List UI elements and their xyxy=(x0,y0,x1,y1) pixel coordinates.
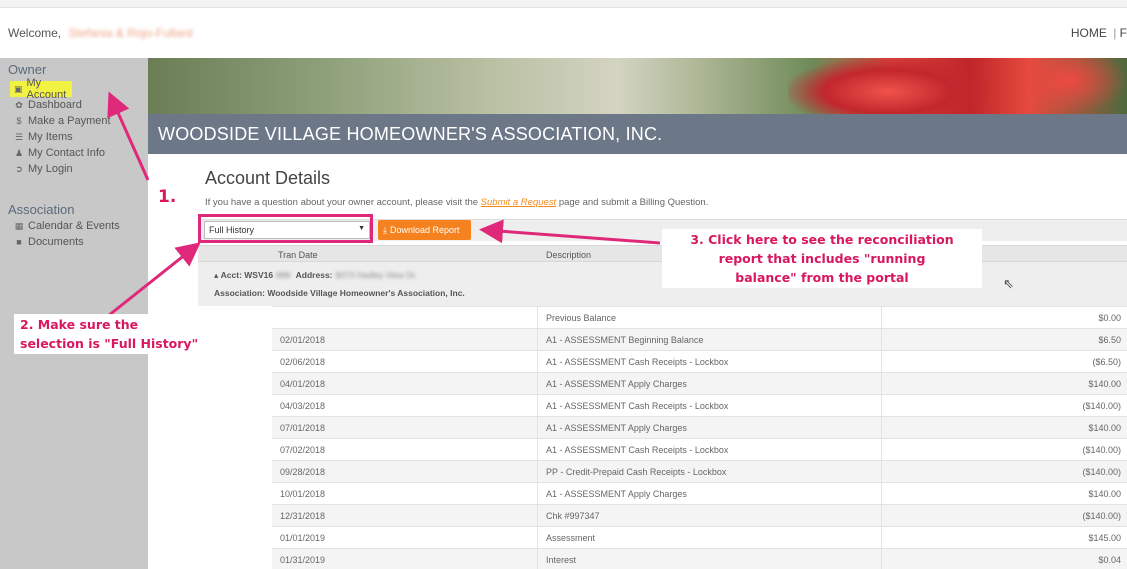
welcome-text: Welcome, Stefania & Rojo-Fullard xyxy=(8,26,193,40)
step-3-annotation: 3. Click here to see the reconciliation … xyxy=(662,229,982,288)
association-title: WOODSIDE VILLAGE HOMEOWNER'S ASSOCIATION… xyxy=(158,124,663,144)
sidebar-item-label: My Items xyxy=(28,131,73,143)
nav-next-link[interactable]: F xyxy=(1120,26,1127,40)
table-row: 02/06/2018 A1 - ASSESSMENT Cash Receipts … xyxy=(272,350,1127,373)
dollar-icon: $ xyxy=(16,116,22,126)
address-blurred: 8073 Hadley View Dr. xyxy=(335,270,418,280)
step-1-annotation: 1. xyxy=(158,187,177,207)
sidebar-item-my-account[interactable]: ▣ My Account xyxy=(10,77,72,101)
nav-separator: | xyxy=(1113,26,1117,40)
acct-number-blurred: 888 xyxy=(276,270,291,280)
sidebar-item-my-items[interactable]: ☰ My Items xyxy=(14,130,73,144)
sidebar-item-label: Documents xyxy=(28,236,84,248)
banner-image xyxy=(148,58,1127,114)
column-header-tran-date[interactable]: Tran Date xyxy=(278,250,318,260)
download-icon: ⤓ xyxy=(383,224,387,235)
association-line: Association: Woodside Village Homeowner'… xyxy=(214,288,465,298)
top-nav: HOME | F xyxy=(1071,26,1127,40)
page-title: Account Details xyxy=(205,168,331,188)
sidebar-item-dashboard[interactable]: ✿ Dashboard xyxy=(14,98,82,112)
mouse-cursor-icon: ⇖ xyxy=(1003,276,1014,291)
sidebar-item-my-login[interactable]: ➲ My Login xyxy=(14,162,73,176)
column-header-description[interactable]: Description xyxy=(546,250,591,260)
table-row: 04/01/2018 A1 - ASSESSMENT Apply Charges $… xyxy=(272,372,1127,395)
flower-blossom xyxy=(1028,58,1127,114)
folder-icon: ■ xyxy=(16,237,22,247)
intro-text: If you have a question about your owner … xyxy=(205,197,708,208)
dashboard-icon: ✿ xyxy=(15,99,23,110)
collapse-icon[interactable]: ▴ xyxy=(214,270,218,280)
table-row: 01/31/2019 Interest $0.04 xyxy=(272,548,1127,569)
table-row: Previous Balance $0.00 xyxy=(272,306,1127,329)
top-strip xyxy=(0,0,1127,8)
acct-label: Acct: WSV16 xyxy=(220,270,274,280)
table-row: 09/28/2018 PP - Credit-Prepaid Cash Recei… xyxy=(272,460,1127,483)
login-icon: ➲ xyxy=(15,163,23,174)
association-heading: Association xyxy=(8,202,75,217)
sidebar-item-label: My Contact Info xyxy=(28,147,106,159)
download-report-button[interactable]: ⤓ Download Report xyxy=(378,220,471,240)
top-bar: Welcome, Stefania & Rojo-Fullard HOME | … xyxy=(0,8,1127,54)
intro-after: page and submit a Billing Question. xyxy=(556,197,709,208)
step-2-annotation: 2. Make sure the selection is "Full Hist… xyxy=(14,314,240,354)
address-label: Address: xyxy=(295,270,333,280)
sidebar-item-calendar[interactable]: ▦ Calendar & Events xyxy=(14,219,120,233)
list-icon: ☰ xyxy=(14,131,24,142)
calendar-icon: ▦ xyxy=(14,220,24,231)
intro-before: If you have a question about your owner … xyxy=(205,197,481,208)
sidebar-item-label: Make a Payment xyxy=(28,115,111,127)
table-row: 07/01/2018 A1 - ASSESSMENT Apply Charges $… xyxy=(272,416,1127,439)
full-history-highlight xyxy=(198,214,373,243)
table-row: 10/01/2018 A1 - ASSESSMENT Apply Charges $… xyxy=(272,482,1127,505)
welcome-label: Welcome, xyxy=(8,26,62,40)
submit-request-link[interactable]: Submit a Request xyxy=(481,197,557,208)
owner-heading: Owner xyxy=(8,62,47,77)
account-icon: ▣ xyxy=(14,83,23,94)
download-label: Download Report xyxy=(389,225,460,235)
sidebar-item-contact-info[interactable]: ♟ My Contact Info xyxy=(14,146,105,160)
sidebar-item-label: Dashboard xyxy=(28,99,82,111)
association-title-bar: WOODSIDE VILLAGE HOMEOWNER'S ASSOCIATION… xyxy=(148,114,1127,154)
account-line: ▴ Acct: WSV16 888 Address: 8073 Hadley Vie… xyxy=(214,270,420,281)
sidebar-item-label: Calendar & Events xyxy=(28,220,120,232)
table-row: 01/01/2019 Assessment $145.00 xyxy=(272,526,1127,549)
sidebar-item-make-payment[interactable]: $ Make a Payment xyxy=(14,114,111,128)
table-row: 04/03/2018 A1 - ASSESSMENT Cash Receipts … xyxy=(272,394,1127,417)
flower-blossom xyxy=(788,58,988,114)
table-row: 07/02/2018 A1 - ASSESSMENT Cash Receipts … xyxy=(272,438,1127,461)
sidebar-item-documents[interactable]: ■ Documents xyxy=(14,235,84,249)
table-row: 02/01/2018 A1 - ASSESSMENT Beginning Bala… xyxy=(272,328,1127,351)
sidebar-item-label: My Login xyxy=(28,163,73,175)
table-row: 12/31/2018 Chk #997347 ($140.00) xyxy=(272,504,1127,527)
user-name: Stefania & Rojo-Fullard xyxy=(68,26,193,40)
user-icon: ♟ xyxy=(14,147,24,158)
nav-home-link[interactable]: HOME xyxy=(1071,26,1107,40)
